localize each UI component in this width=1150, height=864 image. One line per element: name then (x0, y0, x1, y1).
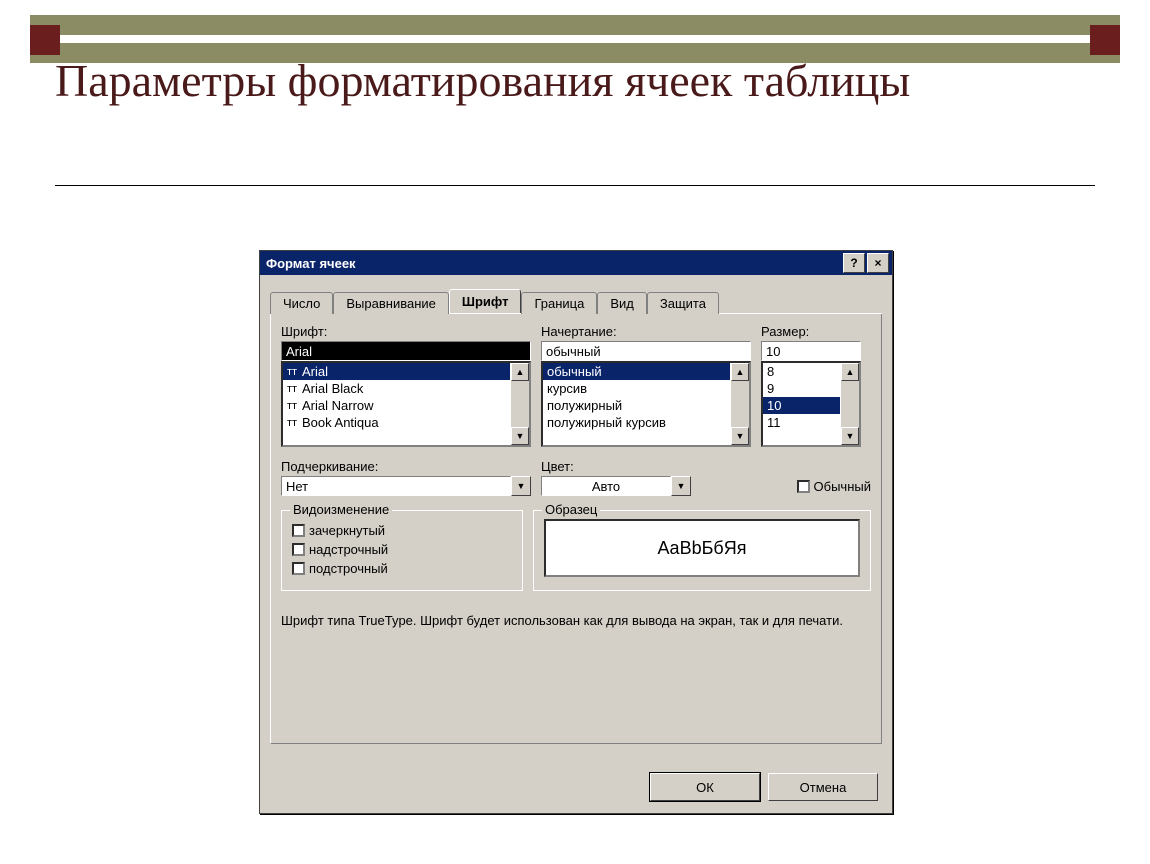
checkbox-box (292, 543, 305, 556)
tab-font[interactable]: Шрифт (449, 289, 522, 313)
effects-group-label: Видоизменение (290, 502, 392, 517)
scrollbar[interactable]: ▲ ▼ (840, 363, 859, 445)
ok-button[interactable]: ОК (650, 773, 760, 801)
size-listbox[interactable]: 8 9 10 11 ▲ ▼ (761, 361, 861, 447)
truetype-icon: ᴛᴛ (287, 383, 302, 395)
style-label: Начертание: (541, 324, 751, 339)
scroll-down-icon[interactable]: ▼ (511, 427, 529, 445)
list-item[interactable]: ᴛᴛArial Narrow (283, 397, 510, 414)
page-title: Параметры форматирования ячеек таблицы (55, 55, 1095, 108)
truetype-icon: ᴛᴛ (287, 417, 302, 429)
subscript-label: подстрочный (309, 561, 388, 576)
list-item[interactable]: ᴛᴛArial (283, 363, 510, 380)
strikethrough-checkbox[interactable]: зачеркнутый (292, 523, 512, 538)
color-label: Цвет: (541, 459, 691, 474)
size-label: Размер: (761, 324, 861, 339)
truetype-hint: Шрифт типа TrueType. Шрифт будет использ… (281, 613, 871, 628)
superscript-label: надстрочный (309, 542, 388, 557)
title-underline (55, 185, 1095, 186)
checkbox-box (292, 562, 305, 575)
tab-protection[interactable]: Защита (647, 292, 719, 314)
list-item[interactable]: курсив (543, 380, 730, 397)
close-button[interactable]: × (867, 253, 889, 273)
underline-value: Нет (281, 476, 511, 496)
underline-dropdown[interactable]: Нет ▼ (281, 476, 531, 496)
scrollbar[interactable]: ▲ ▼ (730, 363, 749, 445)
superscript-checkbox[interactable]: надстрочный (292, 542, 512, 557)
scroll-up-icon[interactable]: ▲ (731, 363, 749, 381)
dialog-titlebar[interactable]: Формат ячеек ? × (260, 251, 892, 275)
scroll-up-icon[interactable]: ▲ (841, 363, 859, 381)
effects-group: Видоизменение зачеркнутый надстрочный по… (281, 510, 523, 591)
font-style-input[interactable]: обычный (541, 341, 751, 361)
list-item[interactable]: полужирный курсив (543, 414, 730, 431)
color-dropdown[interactable]: Авто ▼ (541, 476, 691, 496)
dialog-title: Формат ячеек (266, 256, 841, 271)
list-item[interactable]: 9 (763, 380, 840, 397)
cancel-button[interactable]: Отмена (768, 773, 878, 801)
list-item[interactable]: 8 (763, 363, 840, 380)
chevron-down-icon[interactable]: ▼ (511, 476, 531, 496)
list-item[interactable]: полужирный (543, 397, 730, 414)
font-label: Шрифт: (281, 324, 531, 339)
font-preview: AaBbБбЯя (544, 519, 860, 577)
checkbox-box (797, 480, 810, 493)
scroll-down-icon[interactable]: ▼ (731, 427, 749, 445)
font-listbox[interactable]: ᴛᴛArial ᴛᴛArial Black ᴛᴛArial Narrow ᴛᴛB… (281, 361, 531, 447)
normal-font-checkbox[interactable]: Обычный (797, 479, 871, 494)
style-listbox[interactable]: обычный курсив полужирный полужирный кур… (541, 361, 751, 447)
scroll-down-icon[interactable]: ▼ (841, 427, 859, 445)
scrollbar[interactable]: ▲ ▼ (510, 363, 529, 445)
checkbox-box (292, 524, 305, 537)
normal-font-label: Обычный (814, 479, 871, 494)
list-item[interactable]: 10 (763, 397, 840, 414)
font-size-input[interactable]: 10 (761, 341, 861, 361)
format-cells-dialog: Формат ячеек ? × Число Выравнивание Шриф… (259, 250, 893, 814)
help-button[interactable]: ? (843, 253, 865, 273)
underline-label: Подчеркивание: (281, 459, 531, 474)
list-item[interactable]: ᴛᴛArial Black (283, 380, 510, 397)
chevron-down-icon[interactable]: ▼ (671, 476, 691, 496)
subscript-checkbox[interactable]: подстрочный (292, 561, 512, 576)
scroll-up-icon[interactable]: ▲ (511, 363, 529, 381)
color-value: Авто (541, 476, 671, 496)
truetype-icon: ᴛᴛ (287, 400, 302, 412)
tab-alignment[interactable]: Выравнивание (333, 292, 448, 314)
sample-group-label: Образец (542, 502, 600, 517)
sample-group: Образец AaBbБбЯя (533, 510, 871, 591)
tab-number[interactable]: Число (270, 292, 333, 314)
tab-border[interactable]: Граница (521, 292, 597, 314)
tab-strip: Число Выравнивание Шрифт Граница Вид Защ… (270, 287, 882, 314)
list-item[interactable]: обычный (543, 363, 730, 380)
font-name-input[interactable]: Arial (281, 341, 531, 361)
font-panel: Шрифт: Arial ᴛᴛArial ᴛᴛArial Black ᴛᴛAri… (270, 314, 882, 744)
tab-patterns[interactable]: Вид (597, 292, 647, 314)
dialog-buttons: ОК Отмена (650, 773, 878, 801)
truetype-icon: ᴛᴛ (287, 366, 302, 378)
strike-label: зачеркнутый (309, 523, 385, 538)
list-item[interactable]: ᴛᴛBook Antiqua (283, 414, 510, 431)
list-item[interactable]: 11 (763, 414, 840, 431)
